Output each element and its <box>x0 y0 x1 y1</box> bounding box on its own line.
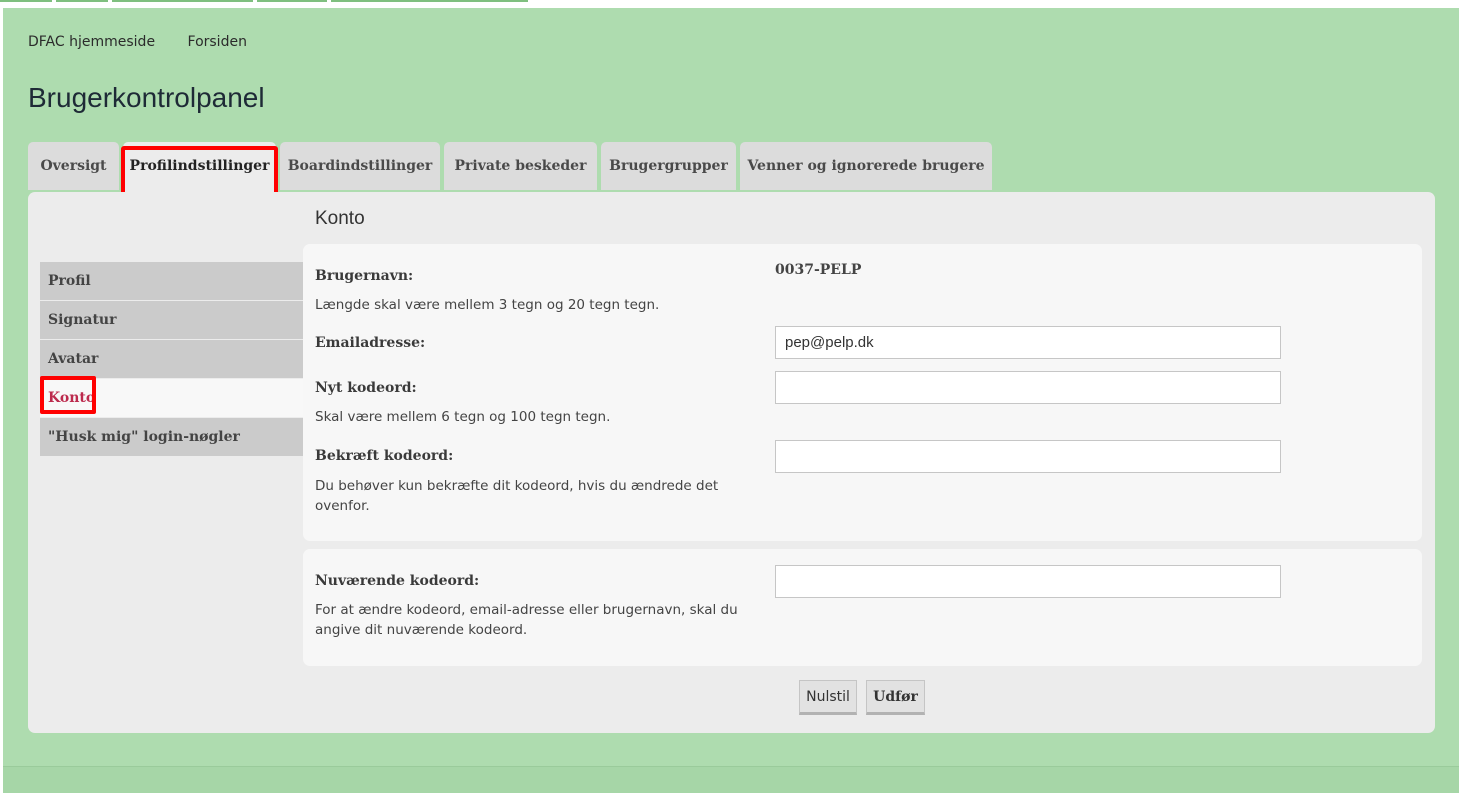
top-strip-segment <box>257 0 327 2</box>
sidebar-item-konto[interactable]: Konto <box>40 376 303 417</box>
tab-label: Oversigt <box>40 158 107 174</box>
tab-oversigt[interactable]: Oversigt <box>28 142 119 190</box>
tab-label: Private beskeder <box>454 158 587 174</box>
footer-band <box>3 766 1459 793</box>
current-password-label: Nuværende kodeord: <box>315 573 480 589</box>
sidebar-item-label: Signatur <box>48 312 117 328</box>
top-strip-segment <box>56 0 108 2</box>
email-field[interactable] <box>775 326 1281 359</box>
sidebar-menu: Profil Signatur Avatar Konto "Husk mig" … <box>40 262 303 457</box>
account-fieldset: Brugernavn: Længde skal være mellem 3 te… <box>303 244 1422 541</box>
sidebar-item-husk-mig[interactable]: "Husk mig" login-nøgler <box>40 418 303 456</box>
sidebar-item-label: Profil <box>48 273 91 289</box>
nav-link-forum-index[interactable]: Forsiden <box>188 34 247 50</box>
browser-top-strip <box>0 0 1459 8</box>
email-label: Emailadresse: <box>315 335 426 351</box>
username-hint: Længde skal være mellem 3 tegn og 20 teg… <box>315 297 660 313</box>
reset-button[interactable]: Nulstil <box>799 680 857 715</box>
current-password-fieldset: Nuværende kodeord: For at ændre kodeord,… <box>303 549 1422 666</box>
tab-boardindstillinger[interactable]: Boardindstillinger <box>280 142 440 190</box>
tab-profilindstillinger[interactable]: Profilindstillinger <box>121 142 278 196</box>
confirm-password-field[interactable] <box>775 440 1281 473</box>
username-value: 0037-PELP <box>775 262 862 278</box>
highlight-box <box>40 376 96 414</box>
sidebar-item-label: "Husk mig" login-nøgler <box>48 429 240 445</box>
nav-link-homepage[interactable]: DFAC hjemmeside <box>28 34 155 50</box>
tab-label: Brugergrupper <box>609 158 728 174</box>
tab-brugergrupper[interactable]: Brugergrupper <box>601 142 736 190</box>
top-strip-segment <box>112 0 253 2</box>
section-title: Konto <box>315 208 365 229</box>
current-password-field[interactable] <box>775 565 1281 598</box>
page-title: Brugerkontrolpanel <box>28 82 265 113</box>
sidebar-item-profil[interactable]: Profil <box>40 262 303 300</box>
username-label: Brugernavn: <box>315 268 414 284</box>
content-panel: Profil Signatur Avatar Konto "Husk mig" … <box>28 192 1435 733</box>
tab-label: Boardindstillinger <box>287 158 433 174</box>
sidebar-item-signatur[interactable]: Signatur <box>40 301 303 339</box>
breadcrumb: DFAC hjemmeside Forsiden <box>28 34 275 50</box>
confirm-password-label: Bekræft kodeord: <box>315 448 454 464</box>
top-strip-segment <box>0 0 52 2</box>
tab-label: Profilindstillinger <box>129 158 270 174</box>
submit-button[interactable]: Udfør <box>866 680 925 715</box>
top-strip-segment <box>331 0 528 2</box>
new-password-hint: Skal være mellem 6 tegn og 100 tegn tegn… <box>315 409 611 425</box>
sidebar-item-avatar[interactable]: Avatar <box>40 340 303 378</box>
current-password-hint: For at ændre kodeord, email-adresse elle… <box>315 602 738 638</box>
tab-private-beskeder[interactable]: Private beskeder <box>444 142 597 190</box>
sidebar-item-label: Avatar <box>48 351 99 367</box>
new-password-field[interactable] <box>775 371 1281 404</box>
tab-venner-og-ignorerede[interactable]: Venner og ignorerede brugere <box>740 142 992 190</box>
new-password-label: Nyt kodeord: <box>315 380 417 396</box>
tab-label: Venner og ignorerede brugere <box>747 158 985 174</box>
page-wrapper: DFAC hjemmeside Forsiden Brugerkontrolpa… <box>3 8 1459 793</box>
confirm-password-hint: Du behøver kun bekræfte dit kodeord, hvi… <box>315 478 719 514</box>
